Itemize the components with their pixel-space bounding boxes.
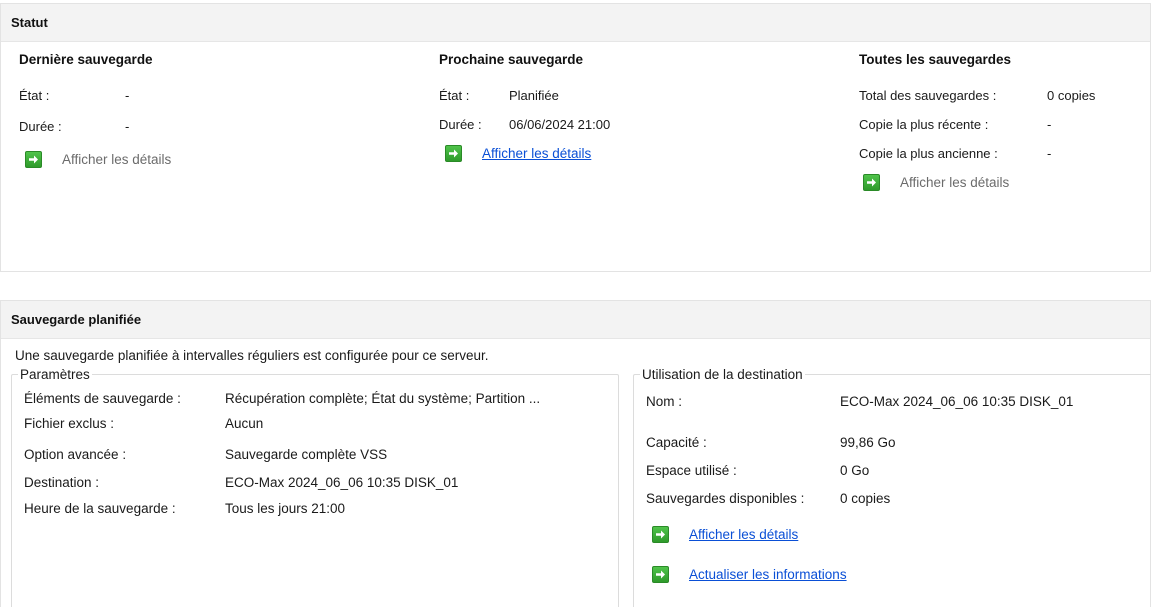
destination-usage-group: Utilisation de la destination Nom : ECO-… <box>633 367 1151 607</box>
destination-available-row: Sauvegardes disponibles : 0 copies <box>646 484 1151 512</box>
arrow-right-icon <box>652 525 669 543</box>
destination-available-value: 0 copies <box>840 490 891 506</box>
all-backups-total-label: Total des sauvegardes : <box>859 88 997 103</box>
param-value: Aucun <box>225 415 264 431</box>
next-backup-duration-value: 06/06/2024 21:00 <box>509 117 611 132</box>
status-panel: Statut Dernière sauvegarde État : - Duré… <box>0 3 1151 272</box>
last-backup-state-row: État : - <box>19 81 171 110</box>
destination-capacity-label: Capacité : <box>646 434 707 450</box>
destination-details-label[interactable]: Afficher les détails <box>689 527 798 542</box>
param-row: Éléments de sauvegarde : Récupération co… <box>24 384 618 412</box>
param-row: Option avancée : Sauvegarde complète VSS <box>24 440 618 468</box>
status-panel-title: Statut <box>11 15 48 30</box>
param-label: Éléments de sauvegarde : <box>24 390 181 406</box>
scheduled-backup-header: Sauvegarde planifiée <box>1 301 1150 339</box>
refresh-info-label[interactable]: Actualiser les informations <box>689 567 847 582</box>
arrow-right-icon <box>863 173 880 191</box>
param-row: Destination : ECO-Max 2024_06_06 10:35 D… <box>24 468 618 496</box>
all-backups-total-value: 0 copies <box>1047 88 1096 103</box>
all-backups-oldest-label: Copie la plus ancienne : <box>859 146 998 161</box>
scheduled-backup-intro: Une sauvegarde planifiée à intervalles r… <box>15 348 489 363</box>
next-backup-details-link[interactable]: Afficher les détails <box>445 139 610 167</box>
param-value: Tous les jours 21:00 <box>225 500 346 516</box>
all-backups-latest-value: - <box>1047 117 1052 132</box>
all-backups-latest-row: Copie la plus récente : - <box>859 110 1095 139</box>
all-backups-total-row: Total des sauvegardes : 0 copies <box>859 81 1095 110</box>
last-backup-duration-row: Durée : - <box>19 112 171 141</box>
param-label: Fichier exclus : <box>24 415 115 431</box>
status-panel-header: Statut <box>1 4 1150 42</box>
scheduled-backup-title: Sauvegarde planifiée <box>11 312 142 327</box>
param-label: Option avancée : <box>24 446 127 462</box>
parameters-group: Paramètres Éléments de sauvegarde : Récu… <box>11 367 619 607</box>
next-backup-section: Prochaine sauvegarde État : Planifiée Du… <box>439 52 610 167</box>
param-value: Récupération complète; État du système; … <box>225 390 541 406</box>
last-backup-duration-label: Durée : <box>19 119 62 134</box>
last-backup-details-link[interactable]: Afficher les détails <box>25 145 171 173</box>
destination-name-value: ECO-Max 2024_06_06 10:35 DISK_01 <box>840 393 1074 409</box>
last-backup-details-label: Afficher les détails <box>62 151 172 167</box>
destination-used-value: 0 Go <box>840 462 870 478</box>
all-backups-details-link[interactable]: Afficher les détails <box>863 168 1095 196</box>
scheduled-backup-panel: Sauvegarde planifiée Une sauvegarde plan… <box>0 300 1151 607</box>
all-backups-section: Toutes les sauvegardes Total des sauvega… <box>859 52 1095 196</box>
last-backup-section: Dernière sauvegarde État : - Durée : - A… <box>19 52 171 173</box>
all-backups-title: Toutes les sauvegardes <box>859 52 1012 67</box>
arrow-right-icon <box>652 565 669 583</box>
param-label: Heure de la sauvegarde : <box>24 500 176 516</box>
next-backup-state-row: État : Planifiée <box>439 81 610 110</box>
next-backup-title: Prochaine sauvegarde <box>439 52 584 67</box>
parameters-legend: Paramètres <box>20 367 90 382</box>
next-backup-details-label[interactable]: Afficher les détails <box>482 146 591 161</box>
param-value: ECO-Max 2024_06_06 10:35 DISK_01 <box>225 474 459 490</box>
all-backups-oldest-row: Copie la plus ancienne : - <box>859 139 1095 168</box>
all-backups-oldest-value: - <box>1047 146 1052 161</box>
last-backup-state-label: État : <box>19 88 50 103</box>
next-backup-state-value: Planifiée <box>509 88 559 103</box>
destination-details-link[interactable]: Afficher les détails <box>652 520 1151 548</box>
next-backup-duration-row: Durée : 06/06/2024 21:00 <box>439 110 610 139</box>
destination-usage-list: Nom : ECO-Max 2024_06_06 10:35 DISK_01 C… <box>634 382 1151 588</box>
last-backup-title: Dernière sauvegarde <box>19 52 153 67</box>
next-backup-duration-label: Durée : <box>439 117 482 132</box>
destination-used-row: Espace utilisé : 0 Go <box>646 456 1151 484</box>
param-row: Fichier exclus : Aucun <box>24 409 618 437</box>
refresh-info-link[interactable]: Actualiser les informations <box>652 560 1151 588</box>
destination-usage-legend: Utilisation de la destination <box>642 367 803 382</box>
destination-name-row: Nom : ECO-Max 2024_06_06 10:35 DISK_01 <box>646 387 1151 415</box>
param-row: Heure de la sauvegarde : Tous les jours … <box>24 494 618 522</box>
all-backups-latest-label: Copie la plus récente : <box>859 117 989 132</box>
last-backup-state-value: - <box>125 88 130 103</box>
parameters-list: Éléments de sauvegarde : Récupération co… <box>12 382 618 522</box>
destination-capacity-row: Capacité : 99,86 Go <box>646 428 1151 456</box>
destination-used-label: Espace utilisé : <box>646 462 737 478</box>
destination-available-label: Sauvegardes disponibles : <box>646 490 805 506</box>
arrow-right-icon <box>445 144 462 162</box>
next-backup-state-label: État : <box>439 88 470 103</box>
all-backups-details-label: Afficher les détails <box>900 174 1010 190</box>
param-label: Destination : <box>24 474 100 490</box>
last-backup-duration-value: - <box>125 119 130 134</box>
param-value: Sauvegarde complète VSS <box>225 446 388 462</box>
destination-name-label: Nom : <box>646 393 683 409</box>
destination-capacity-value: 99,86 Go <box>840 434 896 450</box>
arrow-right-icon <box>25 150 42 168</box>
